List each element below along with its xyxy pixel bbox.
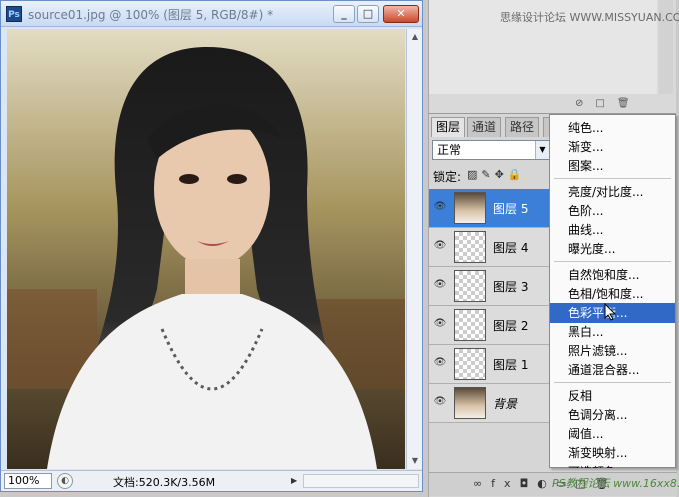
layer-row[interactable]: 👁 图层 5 xyxy=(429,189,553,228)
scroll-down-icon[interactable]: ▼ xyxy=(409,455,421,467)
eye-icon[interactable]: 👁 xyxy=(433,279,447,291)
lock-transparent-icon[interactable]: ▨ xyxy=(467,168,481,181)
layer-thumbnail xyxy=(454,192,486,224)
mask-icon[interactable]: ◘ xyxy=(520,477,538,490)
watermark-top: 思缘设计论坛 WWW.MISSYUAN.COM xyxy=(500,11,679,24)
minimize-button[interactable]: _ xyxy=(333,5,355,23)
menu-item-selective-color[interactable]: 可选颜色... xyxy=(550,462,675,468)
layer-name: 图层 5 xyxy=(493,202,529,216)
layer-name: 图层 2 xyxy=(493,319,529,333)
eye-icon[interactable]: 👁 xyxy=(433,201,447,213)
menu-item-vibrance[interactable]: 自然饱和度... xyxy=(550,265,675,285)
menu-item-brightness-contrast[interactable]: 亮度/对比度... xyxy=(550,182,675,202)
close-icon: ✕ xyxy=(396,7,406,20)
layer-name: 图层 3 xyxy=(493,280,529,294)
lock-all-icon[interactable]: 🔒 xyxy=(508,168,526,181)
tab-channels[interactable]: 通道 xyxy=(467,117,502,137)
layer-name: 图层 4 xyxy=(493,241,529,255)
status-menu-arrow-icon[interactable]: ▶ xyxy=(291,476,297,485)
document-title: source01.jpg @ 100% (图层 5, RGB/8#) * xyxy=(28,8,274,22)
document-window: Ps source01.jpg @ 100% (图层 5, RGB/8#) * … xyxy=(0,0,423,492)
portrait-photo xyxy=(7,29,405,469)
minimize-icon: _ xyxy=(341,7,347,20)
eye-icon[interactable]: 👁 xyxy=(433,318,447,330)
lock-move-icon[interactable]: ✥ xyxy=(495,168,508,181)
menu-separator xyxy=(554,178,671,179)
maximize-button[interactable]: □ xyxy=(357,5,379,23)
eye-icon[interactable]: 👁 xyxy=(433,357,447,369)
document-titlebar[interactable]: Ps source01.jpg @ 100% (图层 5, RGB/8#) * … xyxy=(1,1,422,27)
photoshop-window: Ps source01.jpg @ 100% (图层 5, RGB/8#) * … xyxy=(0,0,679,497)
mouse-cursor-icon xyxy=(604,303,617,321)
top-panel-icons: ⊘□🗑 xyxy=(575,98,642,109)
layer-thumbnail xyxy=(454,231,486,263)
menu-item-channel-mixer[interactable]: 通道混合器... xyxy=(550,360,675,380)
layer-row[interactable]: 👁 图层 4 xyxy=(429,228,553,267)
layer-thumbnail xyxy=(454,270,486,302)
zoom-level-field[interactable]: 100% xyxy=(4,473,52,489)
adjustment-layer-menu: 纯色... 渐变... 图案... 亮度/对比度... 色阶... 曲线... … xyxy=(549,114,676,468)
layer-row[interactable]: 👁 背景 xyxy=(429,384,553,423)
trash-icon[interactable]: 🗑 xyxy=(617,98,642,109)
menu-item-threshold[interactable]: 阈值... xyxy=(550,424,675,444)
menu-item-hue-saturation[interactable]: 色相/饱和度... xyxy=(550,284,675,304)
no-icon[interactable]: ⊘ xyxy=(575,98,595,109)
menu-item-black-white[interactable]: 黑白... xyxy=(550,322,675,342)
menu-separator xyxy=(554,382,671,383)
watermark-bottom: PS教程论坛 www.16xx8.com xyxy=(552,477,679,490)
new-icon[interactable]: □ xyxy=(595,98,616,109)
menu-item-posterize[interactable]: 色调分离... xyxy=(550,405,675,425)
lock-options: ▨✎✥🔒 xyxy=(467,168,526,181)
maximize-icon: □ xyxy=(362,7,374,20)
layer-thumbnail xyxy=(454,348,486,380)
image-canvas[interactable] xyxy=(7,29,405,469)
eye-icon[interactable]: 👁 xyxy=(433,240,447,252)
fx-icon[interactable]: fx xyxy=(491,477,519,490)
horizontal-scrollbar[interactable] xyxy=(303,474,419,488)
menu-item-exposure[interactable]: 曝光度... xyxy=(550,239,675,259)
blend-mode-select[interactable]: 正常 ▼ xyxy=(432,140,550,160)
chevron-down-icon: ▼ xyxy=(535,141,549,159)
link-icon[interactable]: ∞ xyxy=(473,477,491,490)
close-button[interactable]: ✕ xyxy=(383,5,419,23)
menu-item-pattern[interactable]: 图案... xyxy=(550,156,675,176)
layer-thumbnail xyxy=(454,387,486,419)
lock-label: 锁定: xyxy=(433,170,462,184)
layer-thumbnail xyxy=(454,309,486,341)
menu-item-gradient[interactable]: 渐变... xyxy=(550,137,675,157)
tab-layers[interactable]: 图层 xyxy=(431,117,466,137)
menu-item-curves[interactable]: 曲线... xyxy=(550,220,675,240)
layer-row[interactable]: 👁 图层 1 xyxy=(429,345,553,384)
vertical-scrollbar[interactable]: ▲ ▼ xyxy=(406,29,422,469)
layer-name: 背景 xyxy=(493,397,518,411)
photoshop-logo-icon: Ps xyxy=(6,6,22,22)
tab-paths[interactable]: 路径 xyxy=(505,117,540,137)
menu-item-invert[interactable]: 反相 xyxy=(550,386,675,406)
lock-brush-icon[interactable]: ✎ xyxy=(481,168,494,181)
document-status-bar: 100% ◐ 文档:520.3K/3.56M ▶ xyxy=(1,470,422,491)
blend-mode-value: 正常 xyxy=(437,143,462,157)
layer-row[interactable]: 👁 图层 2 xyxy=(429,306,553,345)
menu-separator xyxy=(554,261,671,262)
document-size: 文档:520.3K/3.56M xyxy=(113,476,216,489)
layer-name: 图层 1 xyxy=(493,358,529,372)
scroll-up-icon[interactable]: ▲ xyxy=(409,31,421,43)
menu-item-solid-color[interactable]: 纯色... xyxy=(550,118,675,138)
layer-row[interactable]: 👁 图层 3 xyxy=(429,267,553,306)
status-info-icon[interactable]: ◐ xyxy=(57,473,73,489)
menu-item-levels[interactable]: 色阶... xyxy=(550,201,675,221)
menu-item-gradient-map[interactable]: 渐变映射... xyxy=(550,443,675,463)
eye-icon[interactable]: 👁 xyxy=(433,396,447,408)
menu-item-photo-filter[interactable]: 照片滤镜... xyxy=(550,341,675,361)
